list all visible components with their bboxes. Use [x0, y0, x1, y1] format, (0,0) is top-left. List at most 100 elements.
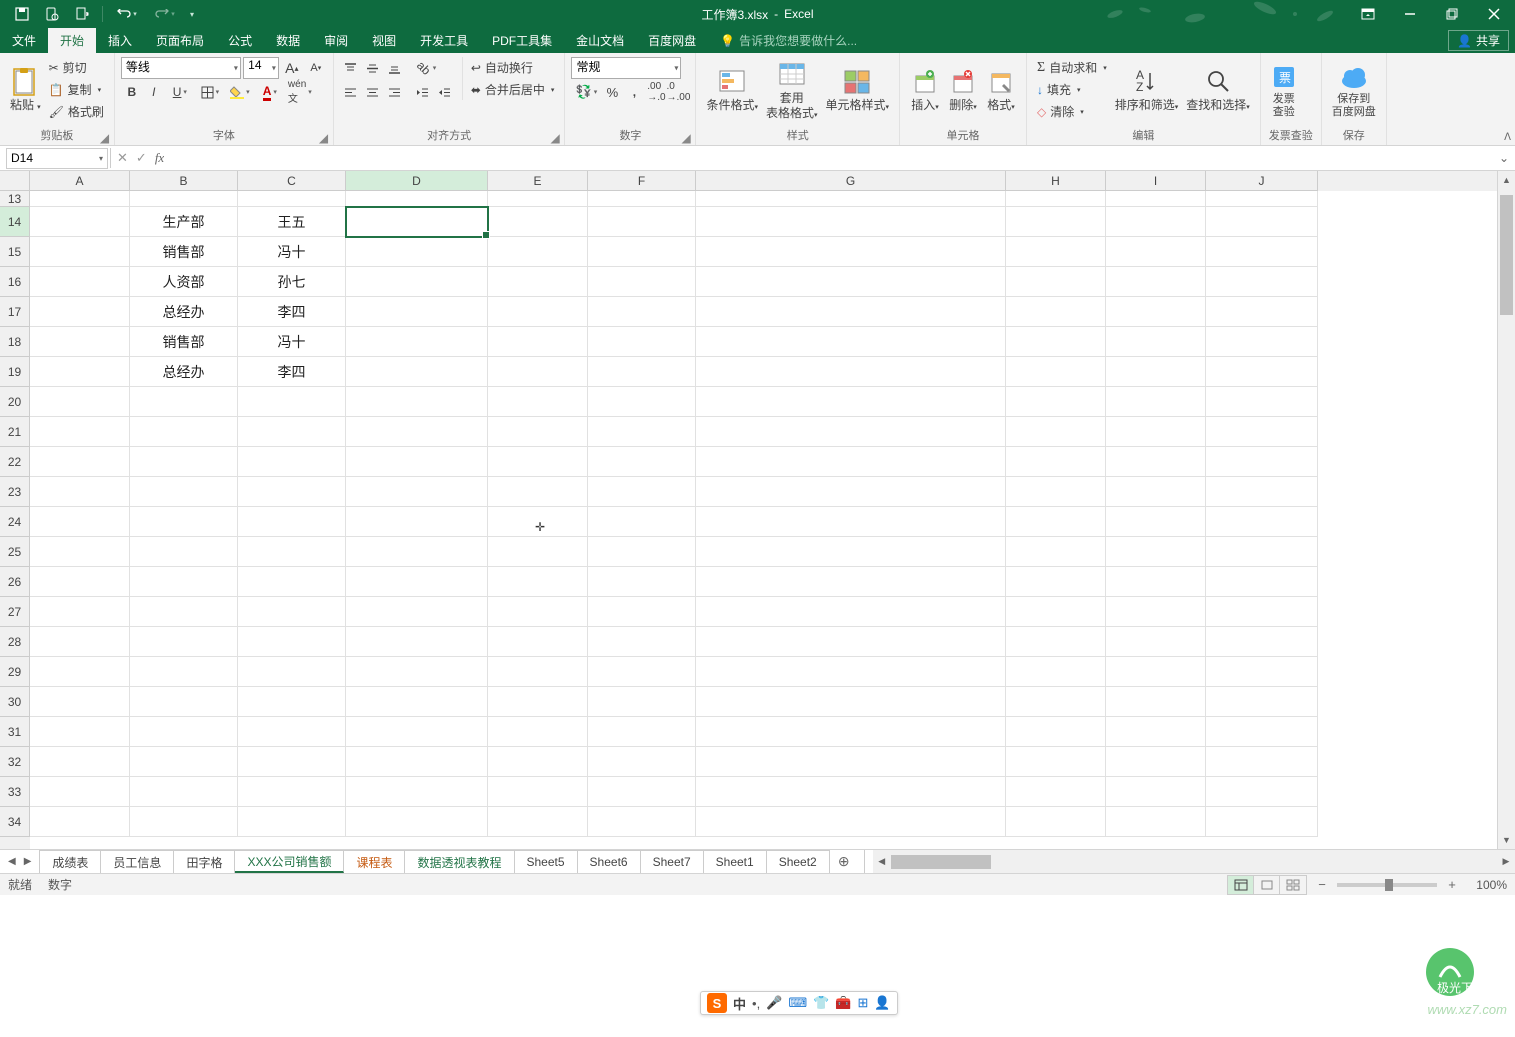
- cell-D22[interactable]: [346, 447, 488, 477]
- cell-H15[interactable]: [1006, 237, 1106, 267]
- cell-I20[interactable]: [1106, 387, 1206, 417]
- cell-D32[interactable]: [346, 747, 488, 777]
- cell-D19[interactable]: [346, 357, 488, 387]
- cell-G16[interactable]: [696, 267, 1006, 297]
- cell-G34[interactable]: [696, 807, 1006, 837]
- align-right-button[interactable]: [384, 81, 406, 103]
- accounting-format-button[interactable]: 💱: [571, 81, 601, 103]
- wrap-text-button[interactable]: ↩自动换行: [467, 57, 559, 78]
- cell-J17[interactable]: [1206, 297, 1318, 327]
- cell-A34[interactable]: [30, 807, 130, 837]
- cell-J26[interactable]: [1206, 567, 1318, 597]
- ribbon-options-button[interactable]: [1347, 0, 1389, 28]
- save-button[interactable]: [8, 2, 36, 26]
- cell-H19[interactable]: [1006, 357, 1106, 387]
- cell-A32[interactable]: [30, 747, 130, 777]
- cell-B32[interactable]: [130, 747, 238, 777]
- sheet-tab-2[interactable]: 田字格: [174, 850, 235, 873]
- normal-view-button[interactable]: [1228, 876, 1254, 894]
- clear-button[interactable]: ◇清除▾: [1033, 101, 1111, 122]
- align-bottom-button[interactable]: [384, 57, 406, 79]
- cell-A21[interactable]: [30, 417, 130, 447]
- invoice-check-button[interactable]: 票 发票 查验: [1267, 57, 1301, 123]
- cell-E20[interactable]: [488, 387, 588, 417]
- column-header-I[interactable]: I: [1106, 171, 1206, 191]
- sheet-tab-3[interactable]: XXX公司销售额: [235, 850, 344, 873]
- row-header-27[interactable]: 27: [0, 597, 30, 627]
- sheet-tab-0[interactable]: 成绩表: [39, 850, 101, 873]
- cell-J13[interactable]: [1206, 191, 1318, 207]
- cell-E27[interactable]: [488, 597, 588, 627]
- cell-H16[interactable]: [1006, 267, 1106, 297]
- column-header-F[interactable]: F: [588, 171, 696, 191]
- vertical-scrollbar[interactable]: ▲ ▼: [1497, 171, 1515, 849]
- cell-I19[interactable]: [1106, 357, 1206, 387]
- cell-G29[interactable]: [696, 657, 1006, 687]
- cell-D14[interactable]: [346, 207, 488, 237]
- cell-F22[interactable]: [588, 447, 696, 477]
- add-sheet-button[interactable]: ⊕: [830, 850, 858, 873]
- cut-button[interactable]: ✂剪切: [45, 57, 108, 78]
- cell-B19[interactable]: 总经办: [130, 357, 238, 387]
- percent-button[interactable]: %: [601, 81, 623, 103]
- cell-J25[interactable]: [1206, 537, 1318, 567]
- cell-I27[interactable]: [1106, 597, 1206, 627]
- cell-J28[interactable]: [1206, 627, 1318, 657]
- cell-A29[interactable]: [30, 657, 130, 687]
- cell-H27[interactable]: [1006, 597, 1106, 627]
- cell-J15[interactable]: [1206, 237, 1318, 267]
- tab-baidu[interactable]: 百度网盘: [636, 28, 708, 53]
- horizontal-scrollbar[interactable]: ◀ ▶: [873, 850, 1515, 873]
- cell-C26[interactable]: [238, 567, 346, 597]
- cell-H32[interactable]: [1006, 747, 1106, 777]
- align-left-button[interactable]: [340, 81, 362, 103]
- cell-F24[interactable]: [588, 507, 696, 537]
- ime-user-icon[interactable]: 👤: [874, 995, 890, 1011]
- cell-A28[interactable]: [30, 627, 130, 657]
- tab-home[interactable]: 开始: [48, 28, 96, 53]
- cell-J14[interactable]: [1206, 207, 1318, 237]
- cell-H34[interactable]: [1006, 807, 1106, 837]
- cell-C23[interactable]: [238, 477, 346, 507]
- cell-C13[interactable]: [238, 191, 346, 207]
- cell-H30[interactable]: [1006, 687, 1106, 717]
- cell-F17[interactable]: [588, 297, 696, 327]
- conditional-format-button[interactable]: 条件格式▾: [702, 57, 762, 123]
- cell-D27[interactable]: [346, 597, 488, 627]
- cell-B29[interactable]: [130, 657, 238, 687]
- cell-H24[interactable]: [1006, 507, 1106, 537]
- cell-D25[interactable]: [346, 537, 488, 567]
- ime-punct-toggle[interactable]: •,: [752, 996, 760, 1011]
- cell-I29[interactable]: [1106, 657, 1206, 687]
- sheet-tab-8[interactable]: Sheet7: [641, 850, 704, 873]
- cell-B33[interactable]: [130, 777, 238, 807]
- cell-I34[interactable]: [1106, 807, 1206, 837]
- cell-G14[interactable]: [696, 207, 1006, 237]
- cell-I26[interactable]: [1106, 567, 1206, 597]
- cell-A18[interactable]: [30, 327, 130, 357]
- cell-C24[interactable]: [238, 507, 346, 537]
- cell-G18[interactable]: [696, 327, 1006, 357]
- row-header-14[interactable]: 14: [0, 207, 30, 237]
- sheet-nav-prev[interactable]: ◀: [8, 856, 16, 867]
- cell-F20[interactable]: [588, 387, 696, 417]
- cell-E25[interactable]: [488, 537, 588, 567]
- tab-jinshan[interactable]: 金山文档: [564, 28, 636, 53]
- tab-review[interactable]: 审阅: [312, 28, 360, 53]
- cell-styles-button[interactable]: 单元格样式▾: [822, 57, 894, 123]
- cell-E24[interactable]: [488, 507, 588, 537]
- cell-C19[interactable]: 李四: [238, 357, 346, 387]
- increase-font-button[interactable]: A▴: [281, 57, 303, 79]
- row-header-19[interactable]: 19: [0, 357, 30, 387]
- cell-C16[interactable]: 孙七: [238, 267, 346, 297]
- cell-A16[interactable]: [30, 267, 130, 297]
- cell-H17[interactable]: [1006, 297, 1106, 327]
- cell-A15[interactable]: [30, 237, 130, 267]
- font-dialog-launcher[interactable]: ◢: [319, 131, 331, 143]
- cell-F15[interactable]: [588, 237, 696, 267]
- cell-I18[interactable]: [1106, 327, 1206, 357]
- scroll-down-button[interactable]: ▼: [1498, 831, 1515, 849]
- cell-C30[interactable]: [238, 687, 346, 717]
- merge-center-button[interactable]: ⬌合并后居中▾: [467, 79, 559, 100]
- zoom-slider-thumb[interactable]: [1385, 879, 1393, 891]
